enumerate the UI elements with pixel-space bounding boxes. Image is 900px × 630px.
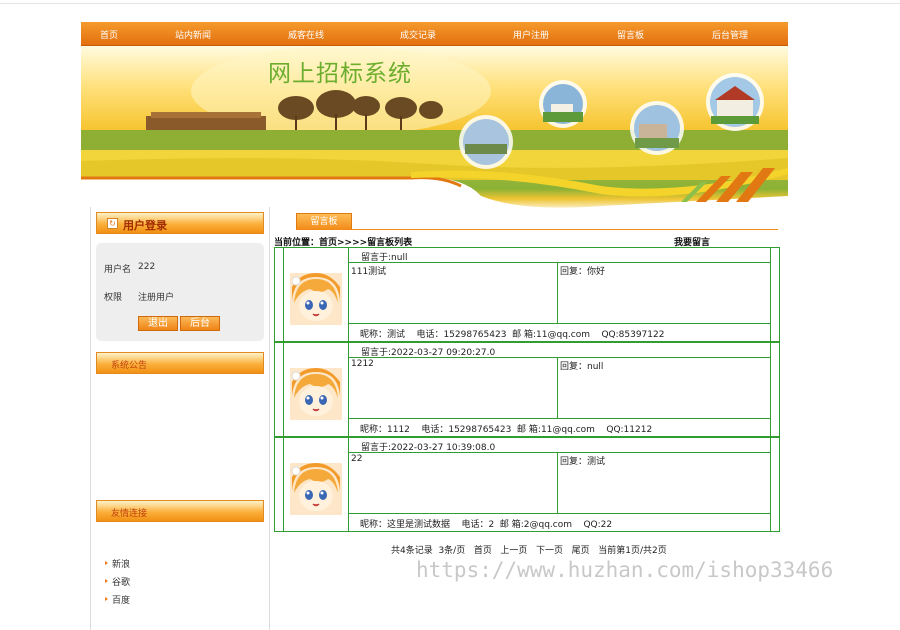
nav-register[interactable]: 用户注册 — [513, 28, 549, 41]
cell-border — [557, 357, 558, 418]
nav-witkey[interactable]: 威客在线 — [288, 28, 324, 41]
message-reply: 回复：你好 — [560, 267, 606, 277]
message-time: 留言于:null — [361, 253, 408, 263]
links-header: 友情连接 — [96, 500, 264, 522]
role-label: 权限 — [104, 293, 123, 303]
pager-next[interactable]: 下一页 — [536, 546, 563, 556]
main-nav: 首页 站内新闻 威客在线 成交记录 用户注册 留言板 后台管理 — [81, 22, 788, 46]
user-avatar — [290, 463, 342, 515]
links-title: 友情连接 — [111, 509, 148, 519]
cell-border — [349, 323, 771, 324]
username-value: 222 — [138, 262, 156, 272]
nav-guestbook[interactable]: 留言板 — [617, 28, 644, 41]
message-content: 111测试 — [351, 267, 387, 277]
cell-border — [349, 262, 771, 263]
user-avatar — [290, 273, 342, 325]
nav-admin[interactable]: 后台管理 — [712, 28, 748, 41]
tab-guestbook[interactable]: 留言板 — [296, 213, 352, 230]
link-baidu[interactable]: 百度 — [105, 593, 130, 611]
tab-underline — [296, 229, 778, 230]
site-title: 网上招标系统 — [268, 61, 412, 87]
message-entry: 留言于:2022-03-27 10:39:08.0 22 回复：测试 昵称：这里… — [274, 437, 780, 532]
username-label: 用户名 — [104, 265, 132, 275]
message-author-info: 昵称：测试 电话：15298765423 邮 箱:11@qq.com QQ:85… — [360, 330, 665, 340]
role-value: 注册用户 — [138, 293, 175, 303]
sidebar: ↻ 用户登录 用户名 222 权限 注册用户 退出 后台 系统公告 友情连接 新… — [90, 207, 270, 630]
message-content: 22 — [351, 454, 363, 464]
message-author-info: 昵称：1112 电话：15298765423 邮 箱:11@qq.com QQ:… — [360, 425, 653, 435]
logout-button[interactable]: 退出 — [138, 316, 178, 331]
pager-summary: 共4条记录 3条/页 — [391, 546, 466, 556]
message-content: 1212 — [351, 359, 374, 369]
top-divider — [0, 3, 900, 4]
message-author-info: 昵称：这里是测试数据 电话：2 邮 箱:2@qq.com QQ:22 — [360, 520, 613, 530]
cell-border — [349, 513, 771, 514]
link-google[interactable]: 谷歌 — [105, 575, 130, 593]
message-entry: 留言于:null 111测试 回复：你好 昵称：测试 电话：1529876542… — [274, 247, 780, 342]
pager-current: 当前第1页/共2页 — [598, 546, 667, 556]
nav-home[interactable]: 首页 — [100, 28, 118, 41]
cell-border — [349, 418, 771, 419]
admin-button[interactable]: 后台 — [180, 316, 220, 331]
user-avatar — [290, 368, 342, 420]
cell-border — [557, 452, 558, 513]
login-icon: ↻ — [107, 218, 118, 229]
message-entry: 留言于:2022-03-27 09:20:27.0 1212 回复：null 昵… — [274, 342, 780, 437]
pager-prev[interactable]: 上一页 — [500, 546, 527, 556]
watermark-text: https://www.huzhan.com/ishop33466 — [416, 558, 834, 582]
message-reply: 回复：测试 — [560, 457, 606, 467]
announcement-header: 系统公告 — [96, 352, 264, 374]
announcement-title: 系统公告 — [111, 361, 148, 371]
banner-landscape — [81, 46, 788, 212]
friend-links-list: 新浪 谷歌 百度 — [105, 557, 130, 611]
nav-news[interactable]: 站内新闻 — [175, 28, 211, 41]
pager-last[interactable]: 尾页 — [572, 546, 590, 556]
link-sina[interactable]: 新浪 — [105, 557, 130, 575]
message-reply: 回复：null — [560, 362, 604, 372]
nav-deals[interactable]: 成交记录 — [400, 28, 436, 41]
login-box-title: 用户登录 — [123, 219, 167, 232]
cell-border — [557, 262, 558, 323]
message-time: 留言于:2022-03-27 10:39:08.0 — [361, 443, 496, 453]
pager-first[interactable]: 首页 — [474, 546, 492, 556]
message-time: 留言于:2022-03-27 09:20:27.0 — [361, 348, 496, 358]
login-box-header: ↻ 用户登录 — [96, 212, 264, 234]
site-banner: 网上招标系统 — [81, 46, 788, 212]
pagination: 共4条记录 3条/页 首页 上一页 下一页 尾页 当前第1页/共2页 — [391, 543, 667, 556]
